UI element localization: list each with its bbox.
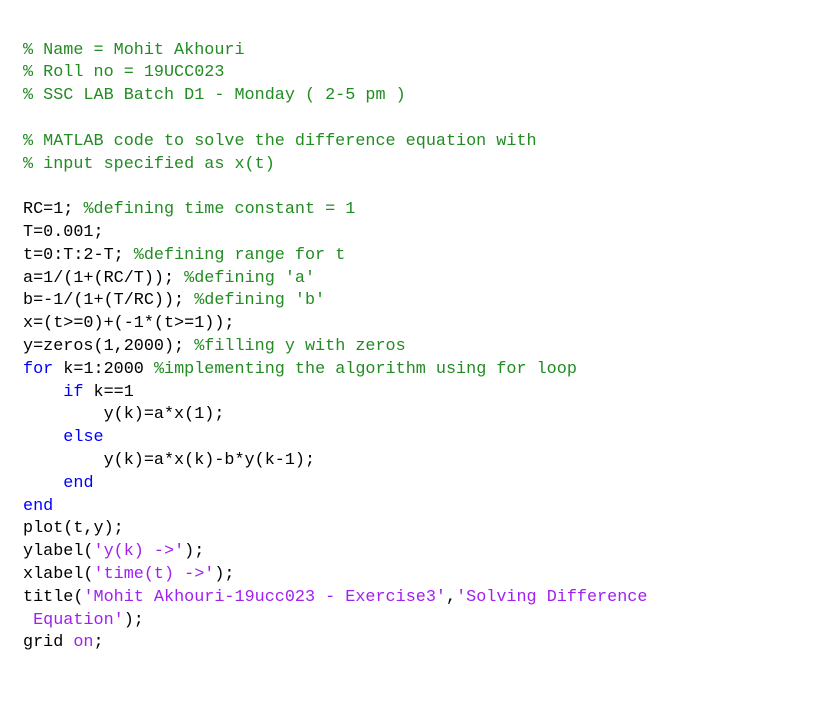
code-token-plain: y(k)=a*x(k)-b*y(k-1);	[23, 450, 316, 470]
code-token-comment: %defining 'a'	[184, 268, 316, 288]
code-token-comment: % Roll no = 19UCC023	[23, 63, 225, 83]
code-token-plain: T=0.001;	[23, 222, 104, 242]
code-line: % Roll no = 19UCC023	[23, 62, 224, 84]
code-token-comment: % Name = Mohit Akhouri	[23, 40, 245, 60]
code-line: % Name = Mohit Akhouri	[23, 40, 245, 62]
code-token-keyword: end	[63, 473, 94, 493]
code-line: a=1/(1+(RC/T)); %defining 'a'	[23, 268, 315, 290]
code-token-plain: a=1/(1+(RC/T));	[23, 268, 185, 288]
code-token-comment: % input specified as x(t)	[23, 154, 275, 174]
code-token-plain: y(k)=a*x(1);	[23, 405, 225, 425]
code-token-plain: RC=1;	[23, 200, 84, 220]
code-line: for k=1:2000 %implementing the algorithm…	[23, 359, 577, 381]
code-line: % MATLAB code to solve the difference eq…	[23, 131, 537, 153]
code-token-string: 'Mohit Akhouri-19ucc023 - Exercise3'	[83, 587, 446, 607]
code-token-string: 'Solving Difference	[456, 587, 648, 607]
code-token-comment: % SSC LAB Batch D1 - Monday ( 2-5 pm )	[23, 86, 406, 106]
code-token-plain: t=0:T:2-T;	[23, 245, 134, 265]
code-token-string: 'time(t) ->'	[93, 564, 215, 584]
code-token-string: on	[73, 633, 94, 653]
code-token-comment: %filling y with zeros	[194, 336, 406, 356]
code-token-plain: );	[214, 564, 235, 584]
code-line: end	[23, 473, 94, 495]
code-line: b=-1/(1+(T/RC)); %defining 'b'	[23, 290, 325, 312]
code-token-plain: k=1:2000	[63, 359, 154, 379]
code-token-string: Equation'	[23, 610, 124, 630]
code-editor[interactable]: % Name = Mohit Akhouri % Roll no = 19UCC0…	[0, 0, 815, 724]
code-token-string: 'y(k) ->'	[93, 542, 185, 562]
code-token-comment: %defining time constant = 1	[83, 200, 356, 220]
code-token-plain: y=zeros(1,2000);	[23, 336, 195, 356]
code-line: grid on;	[23, 632, 104, 654]
code-token-keyword: else	[63, 428, 104, 448]
code-line: t=0:T:2-T; %defining range for t	[23, 245, 345, 267]
code-line: y(k)=a*x(1);	[23, 404, 225, 426]
code-line: x=(t>=0)+(-1*(t>=1));	[23, 313, 234, 335]
code-token-comment: % MATLAB code to solve the difference eq…	[23, 131, 537, 151]
code-line: y=zeros(1,2000); %filling y with zeros	[23, 336, 406, 358]
code-line: % input specified as x(t)	[23, 154, 275, 176]
code-token-keyword: for	[23, 359, 64, 379]
code-token-plain: ylabel(	[23, 542, 94, 562]
code-token-plain: plot(t,y);	[23, 519, 124, 539]
code-line: y(k)=a*x(k)-b*y(k-1);	[23, 450, 315, 472]
code-token-plain: ,	[445, 587, 457, 607]
code-token-plain: );	[123, 610, 144, 630]
code-token-plain: );	[184, 542, 205, 562]
code-token-keyword: if	[63, 382, 94, 402]
code-token-comment: %implementing the algorithm using for lo…	[153, 359, 577, 379]
code-token-plain: k==1	[93, 382, 134, 402]
code-line: % SSC LAB Batch D1 - Monday ( 2-5 pm )	[23, 85, 406, 107]
code-line: Equation');	[23, 610, 144, 632]
code-line: title('Mohit Akhouri-19ucc023 - Exercise…	[23, 587, 647, 609]
code-line: ylabel('y(k) ->');	[23, 541, 204, 563]
code-token-comment: %defining range for t	[133, 245, 346, 265]
code-token-keyword: end	[23, 496, 54, 516]
code-line: plot(t,y);	[23, 518, 124, 540]
code-line: end	[23, 496, 53, 518]
code-line: xlabel('time(t) ->');	[23, 564, 235, 586]
code-token-plain: ;	[93, 633, 104, 653]
code-token-plain: x=(t>=0)+(-1*(t>=1));	[23, 314, 235, 334]
code-token-plain: title(	[23, 587, 84, 607]
code-token-comment: %defining 'b'	[194, 291, 326, 311]
code-line: T=0.001;	[23, 222, 104, 244]
code-line: if k==1	[23, 382, 134, 404]
code-line: else	[23, 427, 104, 449]
code-token-plain: b=-1/(1+(T/RC));	[23, 291, 195, 311]
code-token-plain: xlabel(	[23, 564, 94, 584]
code-token-plain: grid	[23, 633, 74, 653]
code-line: RC=1; %defining time constant = 1	[23, 199, 355, 221]
